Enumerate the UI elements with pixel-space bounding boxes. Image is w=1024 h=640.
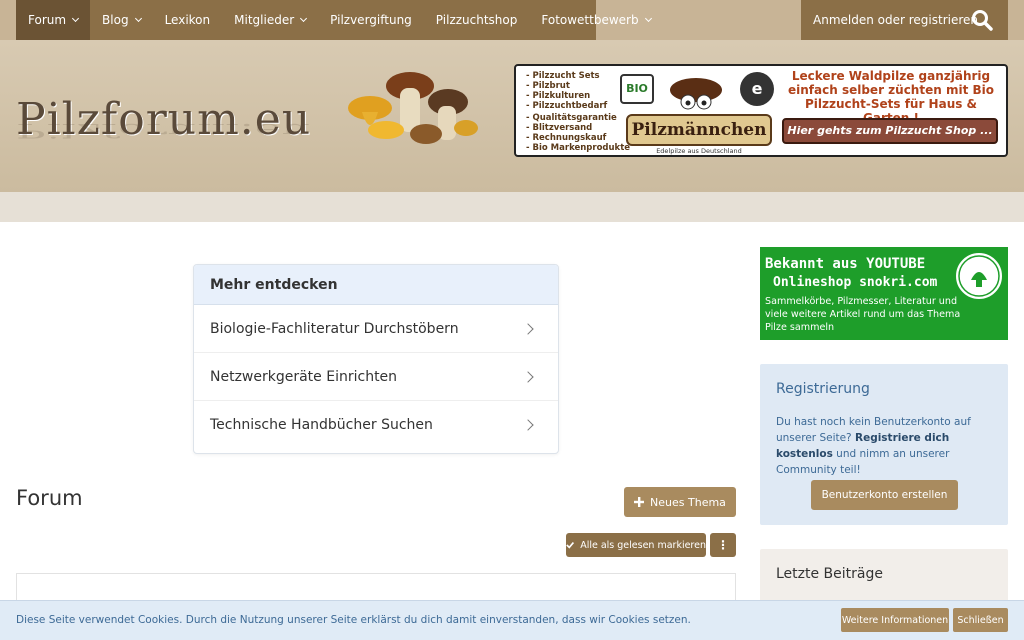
- main-nav: Forum Blog Lexikon Mitglieder Pilzvergif…: [16, 0, 652, 40]
- snokri-line-3: Sammelkörbe, Pilzmesser, Literatur und v…: [765, 296, 961, 333]
- new-topic-button[interactable]: Neues Thema: [624, 487, 736, 517]
- discover-title: Mehr entdecken: [194, 265, 558, 305]
- nav-item-fotowettbewerb[interactable]: Fotowettbewerb: [529, 0, 662, 40]
- site-header: Pilzforum.eu Pilzforum.eu - Pilzzucht Se…: [0, 40, 1024, 192]
- login-register-link[interactable]: Anmelden oder registrieren: [801, 13, 978, 27]
- snokri-seal-icon: [958, 255, 1000, 297]
- nav-item-forum[interactable]: Forum: [16, 0, 91, 40]
- pilzmaennchen-tagline: Edelpilze aus Deutschland: [656, 147, 742, 155]
- cookie-notice-text: Diese Seite verwendet Cookies. Durch die…: [16, 614, 691, 626]
- vertical-dots-icon: ⋮: [717, 538, 729, 552]
- snokri-line-1: Bekannt aus YOUTUBE: [765, 256, 926, 272]
- pilzmaennchen-mascot-icon: [670, 78, 722, 110]
- site-logo-reflection: Pilzforum.eu: [16, 119, 312, 142]
- chevron-right-icon: [522, 370, 534, 383]
- snokri-line-2: Onlineshop snokri.com: [773, 275, 938, 290]
- chevron-down-icon: [72, 14, 80, 23]
- chevron-right-icon: [522, 322, 534, 335]
- chevron-down-icon: [134, 14, 142, 23]
- latest-posts-title: Letzte Beiträge: [776, 566, 883, 582]
- snokri-seal: [954, 251, 1004, 301]
- mark-all-read-button[interactable]: Alle als gelesen markieren: [566, 533, 706, 557]
- discover-item[interactable]: Technische Handbücher Suchen: [194, 401, 558, 449]
- banner-headline: Leckere Waldpilze ganzjährig einfach sel…: [788, 69, 994, 125]
- nav-item-lexikon[interactable]: Lexikon: [153, 0, 223, 40]
- search-icon: [972, 10, 993, 31]
- nav-item-blog[interactable]: Blog: [90, 0, 153, 40]
- chevron-down-icon: [644, 14, 652, 23]
- registration-text: Du hast noch kein Benutzerkonto auf unse…: [776, 416, 971, 476]
- top-navigation-bar: Forum Blog Lexikon Mitglieder Pilzvergif…: [0, 0, 1024, 40]
- registration-title: Registrierung: [776, 381, 870, 397]
- nav-item-pilzvergiftung[interactable]: Pilzvergiftung: [318, 0, 424, 40]
- discover-item[interactable]: Biologie-Fachliteratur Durchstöbern: [194, 305, 558, 353]
- checkmark-icon: [566, 542, 575, 549]
- banner-product-list: - Pilzzucht Sets - Pilzbrut - Pilzkultur…: [526, 71, 608, 111]
- cookie-more-info-button[interactable]: Weitere Informationen: [841, 608, 949, 632]
- pilzmaennchen-logo: Pilzmännchen: [626, 114, 772, 146]
- certification-badge: e: [740, 72, 774, 106]
- create-account-button[interactable]: Benutzerkonto erstellen: [811, 480, 958, 510]
- forum-list-container: [16, 573, 736, 603]
- chevron-down-icon: [300, 14, 308, 23]
- nav-item-pilzzuchtshop[interactable]: Pilzzuchtshop: [424, 0, 530, 40]
- nav-item-mitglieder[interactable]: Mitglieder: [222, 0, 318, 40]
- more-options-button[interactable]: ⋮: [710, 533, 736, 557]
- breadcrumb-bar: [0, 192, 1024, 222]
- banner-benefit-list: - Qualitätsgarantie - Blitzversand - Rec…: [526, 113, 631, 153]
- discover-more-card: Mehr entdecken Biologie-Fachliteratur Du…: [193, 264, 559, 454]
- page-title: Forum: [16, 486, 83, 510]
- pilzzucht-shop-banner[interactable]: - Pilzzucht Sets - Pilzbrut - Pilzkultur…: [514, 64, 1008, 157]
- search-button[interactable]: [956, 0, 1008, 40]
- chevron-right-icon: [522, 419, 534, 431]
- bio-badge: BIO: [620, 74, 654, 104]
- mushroom-illustration: [348, 72, 478, 144]
- banner-shop-button[interactable]: Hier gehts zum Pilzzucht Shop ...: [782, 118, 998, 144]
- account-nav: Anmelden oder registrieren: [801, 0, 1008, 40]
- cookie-close-button[interactable]: Schließen: [953, 608, 1008, 632]
- discover-item[interactable]: Netzwerkgeräte Einrichten: [194, 353, 558, 401]
- snokri-shop-banner[interactable]: Bekannt aus YOUTUBE Onlineshop snokri.co…: [760, 247, 1008, 340]
- plus-icon: [634, 497, 645, 507]
